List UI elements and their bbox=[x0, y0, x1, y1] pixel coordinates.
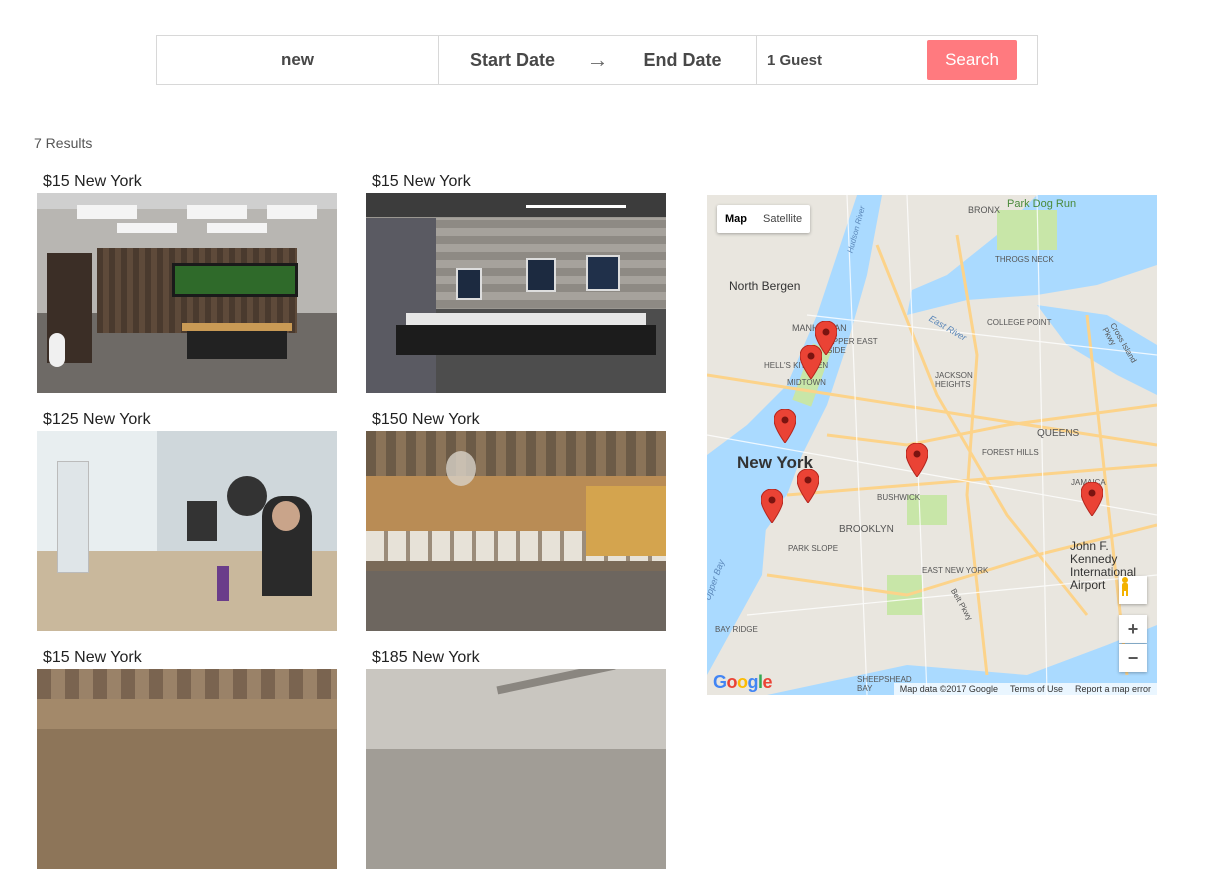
map-marker-icon[interactable] bbox=[906, 443, 928, 477]
map-type-map-button[interactable]: Map bbox=[717, 205, 755, 233]
start-date-field[interactable]: Start Date bbox=[458, 50, 568, 71]
map-label: EAST NEW YORK bbox=[922, 566, 989, 575]
listing-title[interactable]: $125 New York bbox=[37, 409, 337, 431]
listing-photo[interactable] bbox=[366, 669, 666, 869]
map-type-satellite-button[interactable]: Satellite bbox=[755, 205, 810, 233]
listing-card[interactable]: $125 New York bbox=[37, 409, 337, 631]
listing-title[interactable]: $15 New York bbox=[366, 171, 666, 193]
google-logo: Google bbox=[713, 672, 773, 692]
map-marker-icon[interactable] bbox=[797, 469, 819, 503]
listing-title[interactable]: $15 New York bbox=[37, 647, 337, 669]
listing-photo[interactable] bbox=[37, 431, 337, 631]
zoom-in-button[interactable]: + bbox=[1119, 615, 1147, 643]
map-label: BROOKLYN bbox=[839, 524, 894, 535]
report-map-error-link[interactable]: Report a map error bbox=[1075, 684, 1151, 694]
listing-card[interactable]: $15 New York bbox=[37, 171, 337, 393]
guests-selector[interactable]: 1 Guest bbox=[767, 52, 822, 69]
map-label: MIDTOWN bbox=[787, 378, 826, 387]
map-type-toggle: Map Satellite bbox=[717, 205, 811, 233]
map-label: North Bergen bbox=[729, 279, 801, 293]
map-marker-icon[interactable] bbox=[1081, 482, 1103, 516]
location-input[interactable]: new bbox=[157, 36, 439, 84]
map-data-text: Map data ©2017 Google bbox=[899, 684, 998, 694]
listing-photo[interactable] bbox=[37, 669, 337, 869]
street-view-pegman-icon[interactable] bbox=[1119, 576, 1147, 604]
results-map[interactable]: North Bergen New York MANHATTAN UPPER EA… bbox=[707, 195, 1157, 695]
terms-of-use-link[interactable]: Terms of Use bbox=[1010, 684, 1063, 694]
map-label: PARK SLOPE bbox=[788, 544, 839, 553]
map-canvas bbox=[707, 195, 1157, 695]
listing-title[interactable]: $185 New York bbox=[366, 647, 666, 669]
listing-card[interactable]: $185 New York bbox=[366, 647, 666, 869]
listing-card[interactable]: $15 New York bbox=[37, 647, 337, 869]
map-label: QUEENS bbox=[1037, 428, 1080, 439]
search-button[interactable]: Search bbox=[927, 40, 1017, 80]
listing-card[interactable]: $150 New York bbox=[366, 409, 666, 631]
map-marker-icon[interactable] bbox=[774, 409, 796, 443]
listing-title[interactable]: $15 New York bbox=[37, 171, 337, 193]
search-bar: new Start Date → End Date 1 Guest Search bbox=[156, 35, 1038, 85]
listing-photo[interactable] bbox=[366, 431, 666, 631]
date-range-picker[interactable]: Start Date → End Date bbox=[439, 36, 757, 84]
map-label: THROGS NECK bbox=[995, 255, 1054, 264]
zoom-out-button[interactable]: − bbox=[1119, 644, 1147, 672]
location-value: new bbox=[280, 50, 315, 69]
map-label: BUSHWICK bbox=[877, 493, 921, 502]
map-label: COLLEGE POINT bbox=[987, 318, 1052, 327]
listing-card[interactable]: $15 New York bbox=[366, 171, 666, 393]
listing-title[interactable]: $150 New York bbox=[366, 409, 666, 431]
listing-photo[interactable] bbox=[37, 193, 337, 393]
map-label: BAY RIDGE bbox=[715, 625, 758, 634]
map-marker-icon[interactable] bbox=[800, 345, 822, 379]
arrow-right-icon: → bbox=[586, 47, 609, 72]
map-marker-icon[interactable] bbox=[761, 489, 783, 523]
end-date-field[interactable]: End Date bbox=[628, 50, 738, 71]
map-label: JACKSON HEIGHTS bbox=[935, 371, 973, 389]
map-label: Park Dog Run bbox=[1007, 198, 1077, 210]
listing-photo[interactable] bbox=[366, 193, 666, 393]
map-attribution: Map data ©2017 Google Terms of Use Repor… bbox=[893, 683, 1157, 695]
map-label: FOREST HILLS bbox=[982, 448, 1039, 457]
map-label: BRONX bbox=[968, 205, 1001, 215]
results-count: 7 Results bbox=[34, 135, 93, 151]
guests-field: 1 Guest Search bbox=[757, 36, 1037, 84]
